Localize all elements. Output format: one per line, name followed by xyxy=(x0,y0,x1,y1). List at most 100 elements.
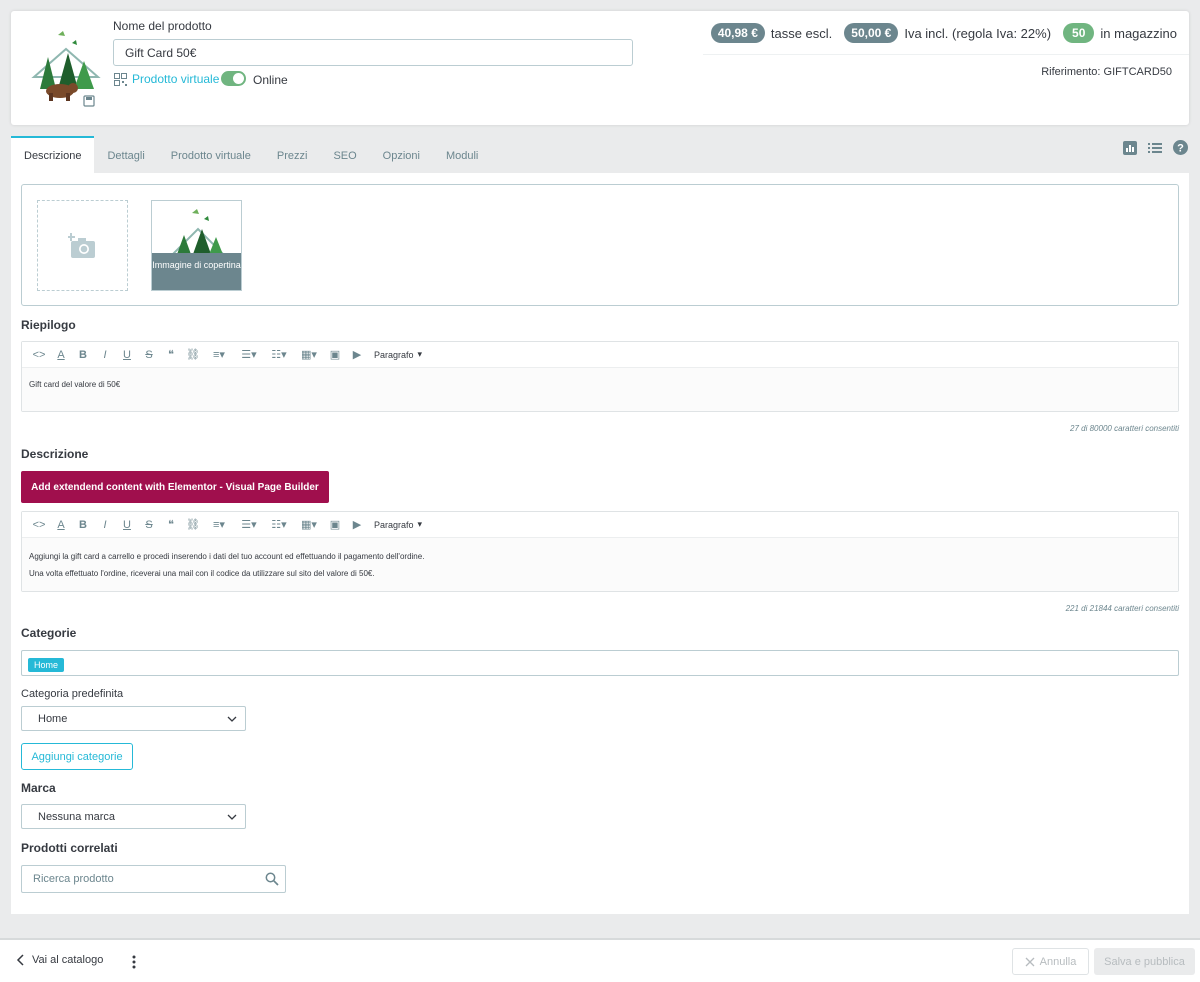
description-content[interactable]: Aggiungi la gift card a carrello e proce… xyxy=(22,538,1178,591)
product-header: Nome del prodotto Prodotto virtuale Onli… xyxy=(11,11,1189,125)
online-label: Online xyxy=(253,73,288,87)
more-options-icon[interactable] xyxy=(130,954,138,970)
online-toggle[interactable] xyxy=(221,71,246,86)
brand-value: Nessuna marca xyxy=(38,810,116,823)
code-icon[interactable]: <> xyxy=(28,345,50,365)
add-photo-icon xyxy=(67,232,95,258)
price-summary: 40,98 € tasse escl. 50,00 € Iva incl. (r… xyxy=(710,23,1177,43)
bold-icon[interactable]: B xyxy=(72,345,94,365)
description-editor[interactable]: <> A B I U S ❝ ⛓ ≡▾ ☰▾ ☷▾ ▦▾ ▣ ▶ Paragra… xyxy=(21,511,1179,592)
default-category-select[interactable]: Home xyxy=(21,706,246,731)
product-name-label: Nome del prodotto xyxy=(113,19,212,33)
image-icon[interactable]: ▣ xyxy=(324,515,346,535)
numbered-list-icon[interactable]: ☷▾ xyxy=(264,515,294,535)
image-icon[interactable]: ▣ xyxy=(324,345,346,365)
search-icon[interactable] xyxy=(265,872,279,886)
description-line-1: Aggiungi la gift card a carrello e proce… xyxy=(29,552,425,561)
summary-content[interactable]: Gift card del valore di 50€ xyxy=(22,368,1178,411)
elementor-button[interactable]: Add extendend content with Elementor - V… xyxy=(21,471,329,503)
text-color-icon[interactable]: A xyxy=(50,345,72,365)
stats-icon[interactable] xyxy=(1123,140,1137,155)
summary-text: Gift card del valore di 50€ xyxy=(29,380,121,389)
tab-prodotto-virtuale[interactable]: Prodotto virtuale xyxy=(158,136,264,173)
caret-down-icon: ▾ xyxy=(417,519,423,529)
paragraph-label: Paragrafo xyxy=(374,519,414,530)
chevron-down-icon xyxy=(227,716,237,722)
underline-icon[interactable]: U xyxy=(116,345,138,365)
cover-image[interactable]: Immagine di copertina xyxy=(151,200,242,291)
cancel-button[interactable]: Annulla xyxy=(1012,948,1089,975)
numbered-list-icon[interactable]: ☷▾ xyxy=(264,345,294,365)
add-categories-button[interactable]: Aggiungi categorie xyxy=(21,743,133,770)
paragraph-select[interactable]: Paragrafo ▾ xyxy=(374,519,422,530)
paragraph-select[interactable]: Paragrafo ▾ xyxy=(374,349,422,360)
strikethrough-icon[interactable]: S xyxy=(138,515,160,535)
categories-title: Categorie xyxy=(21,626,77,640)
media-icon[interactable]: ▶ xyxy=(346,515,368,535)
price-incl-badge: 50,00 € xyxy=(844,23,899,43)
media-icon[interactable]: ▶ xyxy=(346,345,368,365)
align-icon[interactable]: ≡▾ xyxy=(204,515,234,535)
virtual-product-label: Prodotto virtuale xyxy=(132,72,220,86)
summary-counter: 27 di 80000 caratteri consentiti xyxy=(1070,424,1179,433)
tab-opzioni[interactable]: Opzioni xyxy=(370,136,433,173)
table-icon[interactable]: ▦▾ xyxy=(294,345,324,365)
link-icon[interactable]: ⛓ xyxy=(182,345,204,365)
bold-icon[interactable]: B xyxy=(72,515,94,535)
chevron-left-icon xyxy=(16,954,24,966)
default-category-label: Categoria predefinita xyxy=(21,688,124,700)
bullet-list-icon[interactable]: ☰▾ xyxy=(234,515,264,535)
bullet-list-icon[interactable]: ☰▾ xyxy=(234,345,264,365)
product-reference: Riferimento: GIFTCARD50 xyxy=(1041,66,1172,78)
stock-badge: 50 xyxy=(1063,23,1095,43)
underline-icon[interactable]: U xyxy=(116,515,138,535)
description-toolbar: <> A B I U S ❝ ⛓ ≡▾ ☰▾ ☷▾ ▦▾ ▣ ▶ Paragra… xyxy=(22,512,1178,538)
divider xyxy=(703,54,1189,55)
back-to-catalog-link[interactable]: Vai al catalogo xyxy=(16,954,103,966)
cover-image-label: Immagine di copertina xyxy=(152,253,241,290)
text-color-icon[interactable]: A xyxy=(50,515,72,535)
description-line-2: Una volta effettuato l'ordine, riceverai… xyxy=(29,569,375,578)
price-excl-badge: 40,98 € xyxy=(710,23,765,43)
qr-code-icon xyxy=(114,72,127,86)
related-product-search[interactable]: Ricerca prodotto xyxy=(21,865,286,893)
footer-bar: Vai al catalogo Annulla Salva e pubblica xyxy=(0,938,1200,982)
paragraph-label: Paragrafo xyxy=(374,349,414,360)
link-icon[interactable]: ⛓ xyxy=(182,515,204,535)
close-icon xyxy=(1025,957,1035,966)
brand-select[interactable]: Nessuna marca xyxy=(21,804,246,829)
save-image-icon[interactable] xyxy=(83,95,95,107)
image-gallery: Immagine di copertina xyxy=(21,184,1179,306)
product-name-input[interactable] xyxy=(113,39,633,66)
quote-icon[interactable]: ❝ xyxy=(160,515,182,535)
description-title: Descrizione xyxy=(21,447,89,461)
description-counter: 221 di 21844 caratteri consentiti xyxy=(1065,604,1179,613)
align-icon[interactable]: ≡▾ xyxy=(204,345,234,365)
code-icon[interactable]: <> xyxy=(28,515,50,535)
svg-text:?: ? xyxy=(1177,143,1184,155)
save-publish-button[interactable]: Salva e pubblica xyxy=(1094,948,1195,975)
strikethrough-icon[interactable]: S xyxy=(138,345,160,365)
default-category-value: Home xyxy=(38,712,68,725)
tab-dettagli[interactable]: Dettagli xyxy=(94,136,157,173)
help-icon[interactable]: ? xyxy=(1173,140,1188,155)
cancel-label: Annulla xyxy=(1039,955,1077,968)
tab-descrizione[interactable]: Descrizione xyxy=(11,136,95,173)
italic-icon[interactable]: I xyxy=(94,345,116,365)
italic-icon[interactable]: I xyxy=(94,515,116,535)
caret-down-icon: ▾ xyxy=(417,349,423,359)
table-icon[interactable]: ▦▾ xyxy=(294,515,324,535)
category-tag[interactable]: Home xyxy=(28,658,65,672)
add-image-dropzone[interactable] xyxy=(37,200,128,291)
categories-tag-field[interactable]: Home xyxy=(21,650,1179,676)
related-products-title: Prodotti correlati xyxy=(21,841,118,855)
summary-editor[interactable]: <> A B I U S ❝ ⛓ ≡▾ ☰▾ ☷▾ ▦▾ ▣ ▶ Paragra… xyxy=(21,341,1179,412)
tab-seo[interactable]: SEO xyxy=(320,136,369,173)
chevron-down-icon xyxy=(227,814,237,820)
tab-prezzi[interactable]: Prezzi xyxy=(264,136,321,173)
list-icon[interactable] xyxy=(1148,142,1162,154)
quote-icon[interactable]: ❝ xyxy=(160,345,182,365)
price-incl-label: Iva incl. (regola Iva: 22%) xyxy=(904,25,1052,41)
tab-moduli[interactable]: Moduli xyxy=(433,136,491,173)
virtual-product-link[interactable]: Prodotto virtuale xyxy=(114,72,219,86)
